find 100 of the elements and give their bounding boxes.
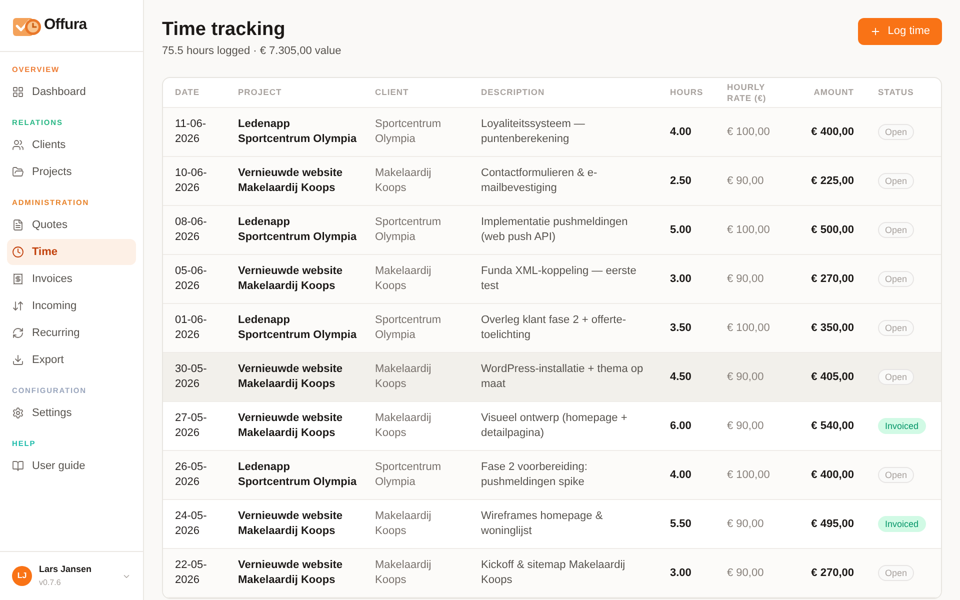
user-name: Lars Jansen: [39, 564, 93, 575]
rate-cell-text: € 90,00: [727, 418, 765, 434]
date-cell-text: 24-05-2026: [175, 509, 208, 539]
project-name: Vernieuwde website: [238, 264, 344, 279]
rate-cell-text: € 100,00: [727, 468, 771, 482]
client-cell-text: Makelaardij Koops: [375, 166, 432, 196]
nav-item[interactable]: Invoices: [7, 266, 136, 292]
nav-item[interactable]: User guide: [7, 453, 136, 479]
rate-cell-text: € 100,00: [727, 124, 771, 140]
status-badge: Open: [878, 173, 914, 189]
nav-item[interactable]: Export: [7, 347, 136, 373]
project-name: Vernieuwde website: [238, 558, 344, 573]
nav-item[interactable]: Dashboard: [7, 79, 136, 105]
description-cell-text: Overleg klant fase 2 + offerte-toelichting: [481, 313, 628, 343]
client-cell-text: Sportcentrum Olympia: [375, 117, 442, 147]
nav-item[interactable]: Settings: [7, 400, 136, 426]
clock-icon: [12, 246, 24, 258]
date-cell-text: 30-05-2026: [175, 362, 208, 392]
description-cell-text: Visueel ontwerp (homepage + detailpagina): [481, 411, 628, 441]
nav-item[interactable]: Recurring: [7, 320, 136, 346]
rate-cell-text: € 90,00: [727, 370, 765, 384]
project-name: Ledenapp: [238, 313, 291, 328]
table-row[interactable]: 01-06-2026 Ledenapp Sportcentrum Olympia Sportcentrum Olympia Overleg klant fase 2 + offerte-toelichting 3.50 € 100,00 € 350,00 Open: [163, 304, 941, 353]
settings-icon: [12, 407, 24, 419]
project-client: Sportcentrum Olympia: [238, 475, 358, 490]
hours-cell-text: 5.00: [670, 222, 692, 238]
rate-cell-text: € 100,00: [727, 222, 771, 238]
receipt-icon: [12, 273, 24, 285]
project-name: Ledenapp: [238, 117, 291, 132]
users-icon: [12, 139, 24, 151]
amount-cell-text: € 405,00: [810, 370, 855, 384]
nav-item[interactable]: Quotes: [7, 212, 136, 238]
book-icon: [12, 460, 24, 472]
hours-cell-text: 3.00: [670, 566, 692, 580]
status-badge: Open: [878, 124, 914, 140]
client-cell-text: Makelaardij Koops: [375, 558, 432, 588]
column-header: AMOUNT: [812, 87, 855, 98]
project-client: Makelaardij Koops: [238, 573, 336, 588]
description-cell-text: Kickoff & sitemap Makelaardij Koops: [481, 558, 626, 588]
project-client: Sportcentrum Olympia: [238, 230, 358, 245]
hours-cell-text: 4.50: [670, 370, 692, 384]
nav-item[interactable]: Clients: [7, 132, 136, 158]
hours-cell-text: 3.00: [670, 272, 692, 286]
column-header: CLIENT: [375, 87, 410, 98]
hours-cell-text: 4.00: [670, 468, 692, 482]
description-cell-text: Contactformulieren & e-mailbevestiging: [481, 166, 598, 196]
table-row[interactable]: 11-06-2026 Ledenapp Sportcentrum Olympia Sportcentrum Olympia Loyaliteitssysteem — puntenberekening 4.00 € 100,00 € 400,00 Open: [163, 108, 941, 157]
table-row[interactable]: 22-05-2026 Vernieuwde website Makelaardij Koops Makelaardij Koops Kickoff & sitemap Makelaardij Koops 3.00 € 90,00 € 270,00 Open: [163, 549, 941, 598]
nav-item[interactable]: Time: [7, 239, 136, 265]
column-header: HOURS: [670, 87, 704, 98]
description-cell-text: Wireframes homepage & woninglijst: [481, 509, 604, 539]
status-badge: Invoiced: [878, 516, 926, 532]
page-title: Time tracking: [162, 18, 286, 42]
date-cell-text: 27-05-2026: [175, 411, 208, 441]
amount-cell-text: € 350,00: [810, 320, 855, 336]
date-cell-text: 08-06-2026: [175, 215, 208, 245]
description-cell-text: Funda XML-koppeling — eerste test: [481, 264, 638, 294]
description-cell-text: Implementatie pushmeldingen (web push API): [481, 215, 629, 245]
hours-cell-text: 5.50: [670, 516, 692, 532]
table-row[interactable]: 10-06-2026 Vernieuwde website Makelaardij Koops Makelaardij Koops Contactformulieren & e-mailbevestiging 2.50 € 90,00 € 225,00 Open: [163, 157, 941, 206]
column-header: PROJECT: [238, 87, 283, 98]
project-client: Makelaardij Koops: [238, 279, 336, 294]
description-cell-text: Loyaliteitssysteem — puntenberekening: [481, 117, 586, 147]
client-cell-text: Sportcentrum Olympia: [375, 313, 442, 343]
table-row[interactable]: 30-05-2026 Vernieuwde website Makelaardij Koops Makelaardij Koops WordPress-installatie + thema op maat 4.50 € 90,00 € 405,00 Open: [163, 353, 941, 402]
table-row[interactable]: 08-06-2026 Ledenapp Sportcentrum Olympia Sportcentrum Olympia Implementatie pushmeldingen (web push API) 5.00 € 100,00 € 500,00 Open: [163, 206, 941, 255]
project-client: Makelaardij Koops: [238, 181, 336, 196]
project-name: Vernieuwde website: [238, 166, 344, 181]
page-subtitle: 75.5 hours logged · € 7.305,00 value: [162, 44, 342, 59]
arrows-icon: [12, 300, 24, 312]
client-cell-text: Makelaardij Koops: [375, 411, 432, 441]
project-client: Sportcentrum Olympia: [238, 132, 358, 147]
hours-cell-text: 6.00: [670, 418, 692, 434]
client-cell-text: Sportcentrum Olympia: [375, 460, 442, 490]
nav-item[interactable]: Projects: [7, 159, 136, 185]
table-row[interactable]: 05-06-2026 Vernieuwde website Makelaardij Koops Makelaardij Koops Funda XML-koppeling — eerste test 3.00 € 90,00 € 270,00 Open: [163, 255, 941, 304]
hours-cell-text: 4.00: [670, 124, 692, 140]
date-cell-text: 05-06-2026: [175, 264, 208, 294]
column-header: HOURLY RATE (€): [727, 82, 768, 104]
client-cell-text: Makelaardij Koops: [375, 362, 432, 392]
project-name: Vernieuwde website: [238, 362, 344, 377]
column-header: STATUS: [877, 87, 915, 98]
status-badge: Open: [878, 467, 914, 483]
status-badge: Open: [878, 565, 914, 581]
date-cell-text: 22-05-2026: [175, 558, 208, 588]
project-name: Vernieuwde website: [238, 411, 344, 426]
nav-item[interactable]: Incoming: [7, 293, 136, 319]
status-badge: Open: [878, 271, 914, 287]
date-cell-text: 11-06-2026: [175, 117, 207, 147]
rate-cell-text: € 90,00: [727, 516, 765, 532]
user-avatar: LJ: [12, 566, 32, 586]
download-icon: [12, 354, 24, 366]
amount-cell-text: € 500,00: [810, 222, 855, 238]
client-cell-text: Makelaardij Koops: [375, 509, 432, 539]
refresh-icon: [12, 327, 24, 339]
folder-icon: [12, 166, 24, 178]
hours-cell-text: 3.50: [670, 320, 692, 336]
date-cell-text: 26-05-2026: [175, 460, 208, 490]
table-row[interactable]: 26-05-2026 Ledenapp Sportcentrum Olympia Sportcentrum Olympia Fase 2 voorbereiding: pushmeldingen spike 4.00 € 100,00 € 400,00 Open: [163, 451, 941, 500]
grid-icon: [12, 86, 24, 98]
